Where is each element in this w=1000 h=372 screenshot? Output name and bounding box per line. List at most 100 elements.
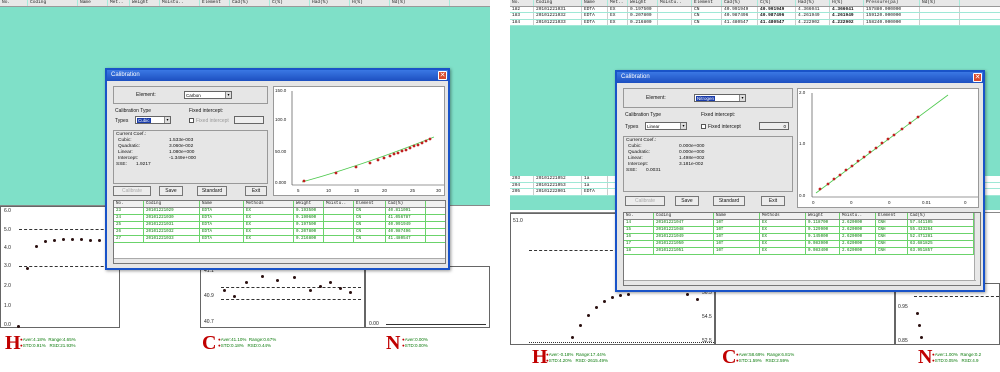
c-stats: ●Aver:41.10% Range:0.67% ●STD:0.18% RSD:… (218, 337, 277, 348)
dialog-title-bar[interactable]: Calibration ✕ (617, 72, 983, 83)
standards-table[interactable]: No. Coding Name Methods Weight Moistu.. … (113, 200, 446, 264)
c-y-tick: 40.7 (204, 319, 214, 325)
fixed-intercept-checkbox[interactable] (189, 118, 194, 123)
h-data-point (26, 267, 29, 270)
h-data-point (611, 296, 614, 299)
chevron-down-icon: ▾ (739, 95, 745, 101)
h-data-point (35, 245, 38, 248)
table-row[interactable]: 26 20101221032 EDTA EX 0.207800 CN 40.987496 (114, 229, 445, 236)
h-data-point (89, 239, 92, 242)
c-data-point (686, 293, 689, 296)
n-stats: ●Aver:0.00% ●STD:0.00% (402, 337, 428, 348)
table-row[interactable]: 17 20101221050 10f EX 0.083900 2.620000 CNH 63.… (624, 241, 980, 248)
c-data-point (696, 298, 699, 301)
n-y-tick: 0.85 (898, 338, 908, 344)
c-data-point (276, 279, 279, 282)
fixed-intercept-input[interactable]: 0 (759, 122, 789, 130)
h-data-point (17, 325, 20, 328)
h-data-point (44, 240, 47, 243)
table-row[interactable]: 23 20101221029 EDTA EX 0.193500 CN 40.811091 (114, 208, 445, 215)
types-select[interactable]: Cubic ▾ (135, 116, 171, 124)
h-trend-panel: 6.0 5.0 4.0 3.0 2.0 1.0 0.0 (0, 206, 120, 328)
c-data-point (309, 289, 312, 292)
h-data-point (627, 293, 630, 296)
save-button[interactable]: Save (159, 186, 183, 196)
h-y-tick: 6.0 (4, 208, 11, 214)
calibration-curve-plot: 2.0 1.0 0.0 0 0 0 0.01 0 (797, 88, 979, 208)
chevron-down-icon: ▾ (164, 117, 170, 123)
c-element-letter: C (722, 346, 737, 368)
close-icon[interactable]: ✕ (438, 71, 447, 80)
grid-header: No. Coding Name Met.. Weight Moistu.. El… (0, 0, 490, 7)
vertical-scrollbar[interactable] (974, 213, 980, 285)
calibrate-button[interactable]: Calibrate (625, 196, 665, 206)
exit-button[interactable]: Exit (245, 186, 267, 196)
coefficients-box: Current Coef.: Cubic: 1.533e-003 Quadrati… (113, 130, 268, 184)
h-y-tick: 51.0 (513, 218, 523, 224)
n-data-point (916, 312, 919, 315)
h-data-point (98, 239, 101, 242)
c-data-point (319, 285, 322, 288)
save-button[interactable]: Save (675, 196, 699, 206)
horizontal-scrollbar[interactable] (624, 280, 976, 285)
exit-button[interactable]: Exit (761, 196, 785, 206)
h-element-letter: H (5, 332, 21, 354)
h-y-tick: 4.0 (4, 245, 11, 251)
standards-table[interactable]: No. Coding Name Methods Weight Moistu.. … (623, 212, 981, 286)
h-data-point (595, 306, 598, 309)
h-data-point (62, 238, 65, 241)
left-screenshot: No. Coding Name Met.. Weight Moistu.. El… (0, 0, 490, 372)
table-row[interactable]: 16 20101221049 10f EX 0.145000 2.620000 CNH 52.… (624, 234, 980, 241)
c-element-letter: C (202, 332, 217, 354)
fixed-intercept-input[interactable] (234, 116, 264, 124)
calibration-curve-svg (291, 91, 444, 186)
c-stats: ●Aver:58.69% Range:6.81% ●STD:1.59% RSD:… (736, 352, 795, 363)
n-stats: ●Aver:1.00% Range:0.2 ●STD:0.05% RSD:4.9 (932, 352, 982, 363)
calibration-dialog: Calibration ✕ Element: Carbon ▾ Calibrati… (105, 68, 450, 270)
h-data-point (619, 294, 622, 297)
element-group: Element: Carbon ▾ (113, 86, 268, 104)
element-select[interactable]: Carbon ▾ (184, 91, 232, 99)
c-data-point (293, 276, 296, 279)
h-data-point (53, 239, 56, 242)
c-trend-panel: 56.5 54.5 52.5 (686, 283, 895, 345)
table-row[interactable]: 25 20101221031 EDTA EX 0.197500 CN 40.991949 (114, 222, 445, 229)
c-data-point (223, 289, 226, 292)
h-stats: ●Aver:4.18% Range:4.65% ●STD:0.91% RSD:2… (20, 337, 76, 348)
close-icon[interactable]: ✕ (973, 73, 982, 82)
types-select[interactable]: Linear ▾ (645, 122, 687, 130)
c-y-tick: 40.9 (204, 293, 214, 299)
n-baseline (386, 324, 486, 325)
standard-button[interactable]: Standard (713, 196, 745, 206)
horizontal-scrollbar[interactable] (114, 258, 445, 263)
calibrate-button[interactable]: Calibrate (113, 186, 151, 196)
h-lower-limit-line (19, 266, 119, 267)
n-element-letter: N (918, 346, 933, 368)
n-data-point (920, 336, 923, 339)
h-stats: ●Aver:-0.18% Range:17.44% ●STD:4.20% RSD… (546, 352, 609, 363)
h-y-tick: 2.0 (4, 283, 11, 289)
standard-button[interactable]: Standard (197, 186, 227, 196)
table-row[interactable]: 24 20101221030 EDTA EX 0.190600 CN 41.056787 (114, 215, 445, 222)
element-group: Element: Nitrogen ▾ (623, 88, 793, 108)
c-y-tick: 54.5 (702, 314, 712, 320)
c-data-point (261, 275, 264, 278)
c-data-point (329, 281, 332, 284)
n-element-letter: N (386, 332, 401, 354)
h-y-tick: 3.0 (4, 263, 11, 269)
right-screenshot: No. Coding Name Met.. Weight Moistu.. El… (510, 0, 1000, 372)
table-row[interactable]: 15 20101221048 10f EX 0.129900 2.620000 CNH 55.… (624, 227, 980, 234)
h-baseline (529, 342, 714, 343)
element-select[interactable]: Nitrogen ▾ (694, 94, 746, 102)
table-row[interactable]: 14 20101221047 10f EX 0.118700 2.620000 CNH 57.… (624, 220, 980, 227)
dialog-title-bar[interactable]: Calibration ✕ (107, 70, 448, 81)
fixed-intercept-checkbox[interactable] (701, 124, 706, 129)
n-limit-line (914, 296, 999, 297)
table-row[interactable]: 18 20101221051 10f EX 0.083400 2.620000 CNH 63.… (624, 248, 980, 255)
calibration-dialog: Calibration ✕ Element: Nitrogen ▾ Calibra… (615, 70, 985, 292)
table-row[interactable]: 27 20101221033 EDTA EX 0.216800 CN 41.480547 (114, 236, 445, 243)
h-data-point (71, 238, 74, 241)
chevron-down-icon: ▾ (225, 92, 231, 98)
c-data-point (233, 295, 236, 298)
h-y-tick: 1.0 (4, 303, 11, 309)
